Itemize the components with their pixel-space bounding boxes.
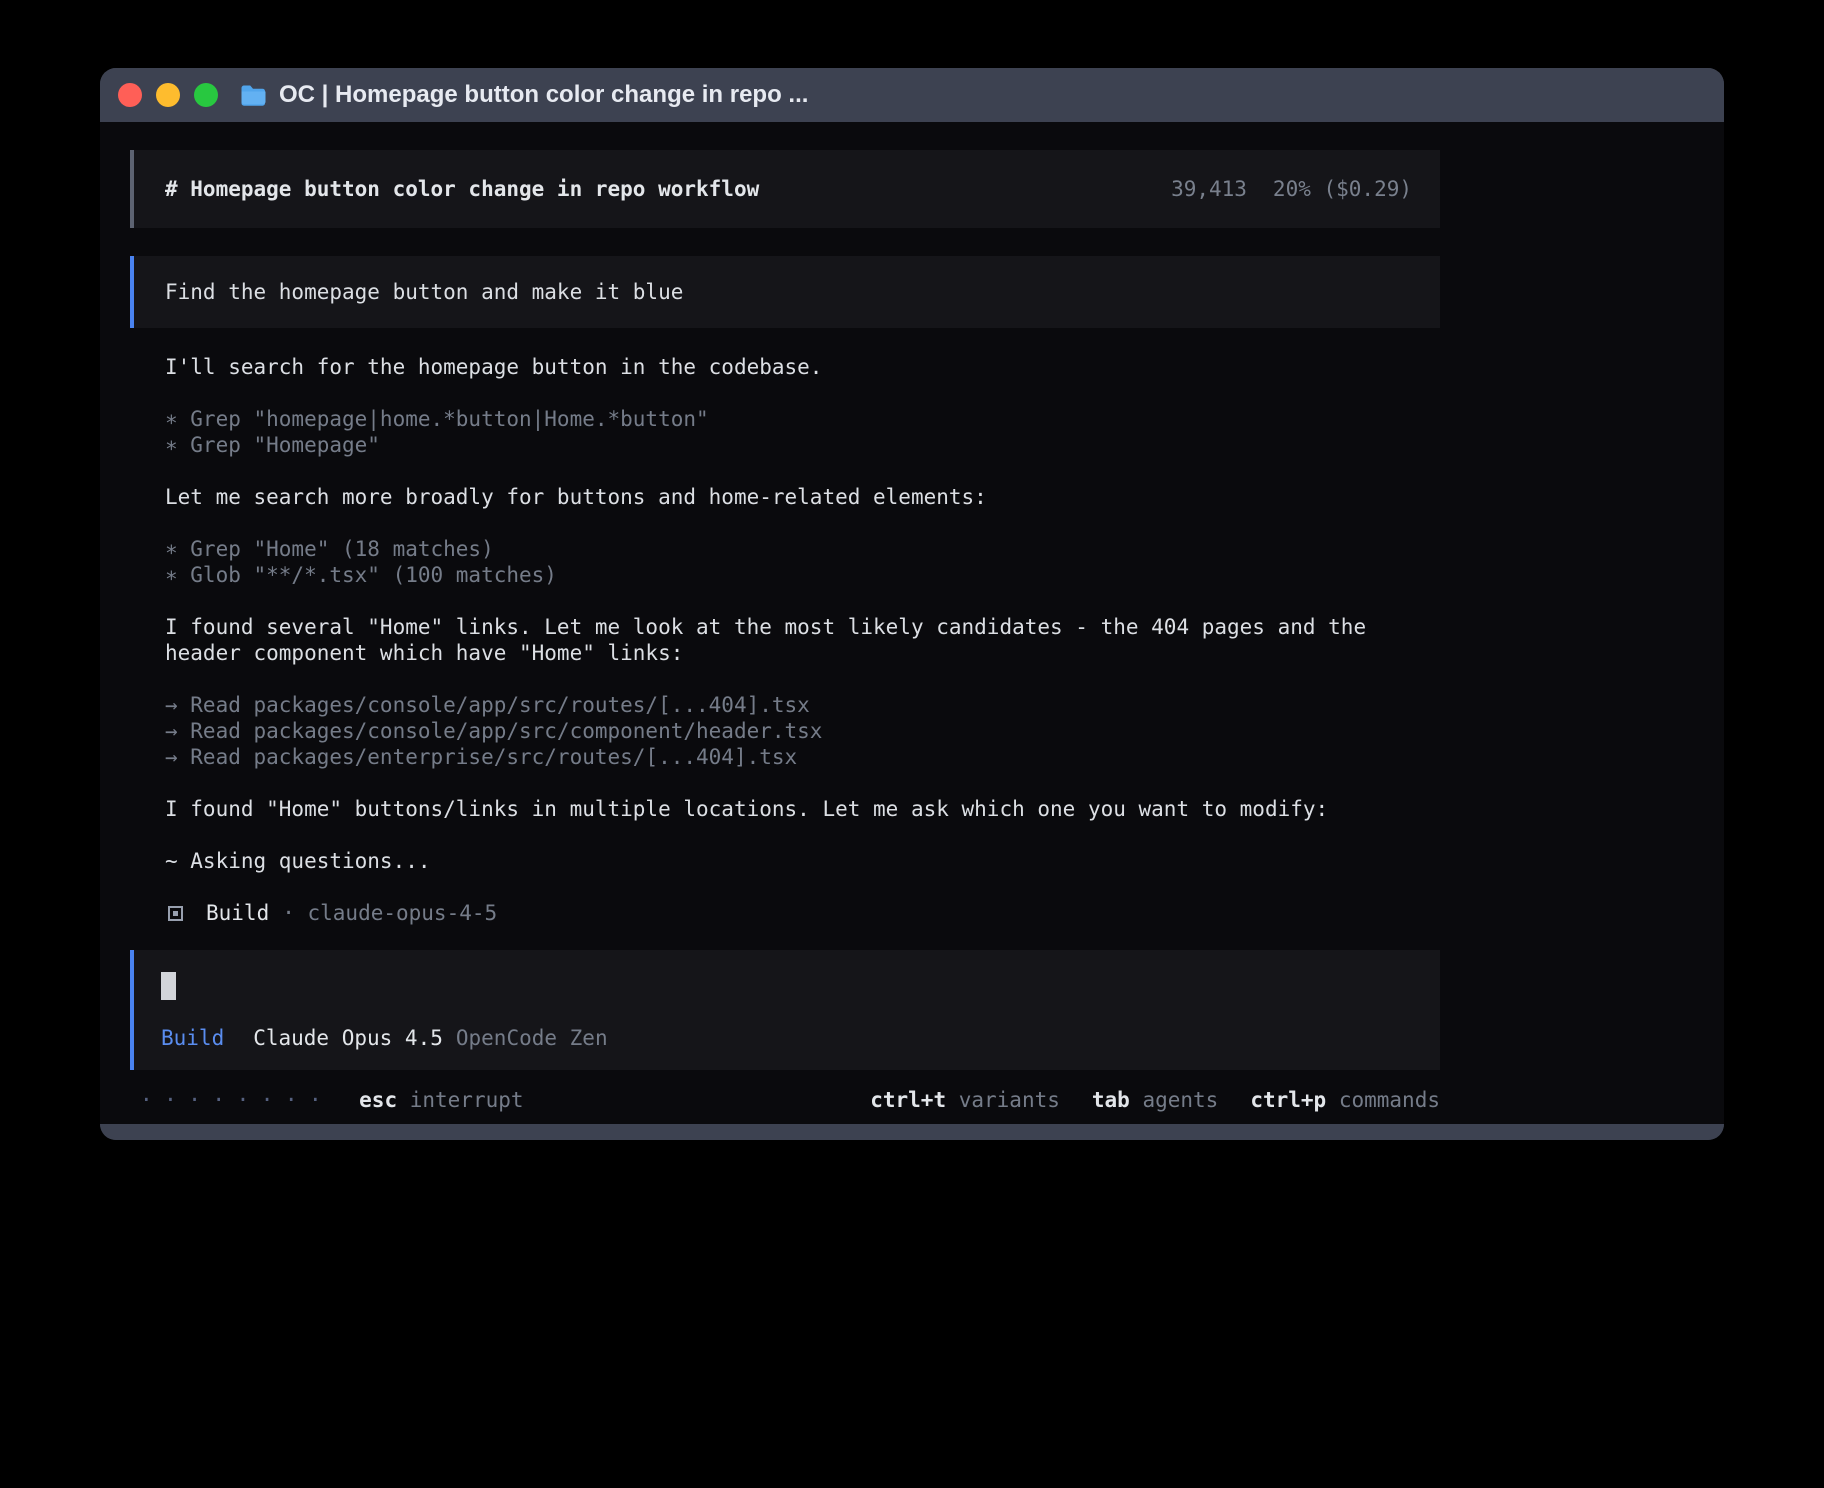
session-header: # Homepage button color change in repo w… bbox=[130, 150, 1440, 228]
agent-icon bbox=[168, 906, 183, 921]
model-name[interactable]: Claude Opus 4.5 bbox=[253, 1025, 443, 1051]
shortcut-agents: tab agents bbox=[1092, 1087, 1218, 1113]
shortcut-interrupt: esc interrupt bbox=[359, 1087, 523, 1113]
agent-mode[interactable]: Build bbox=[161, 1025, 224, 1051]
text-cursor bbox=[161, 972, 176, 1000]
context-usage: 20% ($0.29) bbox=[1273, 176, 1412, 202]
status-bar: ········ esc interrupt ctrl+t variants t… bbox=[130, 1087, 1440, 1113]
agent-status-line: Build · claude-opus-4-5 bbox=[165, 900, 1440, 926]
assistant-text: I found "Home" buttons/links in multiple… bbox=[165, 796, 1440, 822]
spinner-dots: ········ bbox=[140, 1087, 333, 1113]
assistant-text: Let me search more broadly for buttons a… bbox=[165, 484, 1440, 510]
token-count: 39,413 bbox=[1171, 176, 1247, 202]
close-button[interactable] bbox=[118, 83, 142, 107]
model-provider: OpenCode Zen bbox=[456, 1025, 608, 1051]
status-line: ~ Asking questions... bbox=[165, 848, 1440, 874]
window-bottom-edge bbox=[100, 1124, 1724, 1140]
tool-call-grep: ∗ Grep "Home" (18 matches) bbox=[165, 536, 1440, 562]
minimize-button[interactable] bbox=[156, 83, 180, 107]
input-status-line: Build Claude Opus 4.5 OpenCode Zen bbox=[161, 1025, 1412, 1051]
tool-call-read: → Read packages/enterprise/src/routes/[.… bbox=[165, 744, 1440, 770]
prompt-input[interactable]: Build Claude Opus 4.5 OpenCode Zen bbox=[130, 950, 1440, 1070]
terminal-content: # Homepage button color change in repo w… bbox=[100, 122, 1724, 1124]
agent-name: Build bbox=[206, 900, 269, 926]
titlebar[interactable]: OC | Homepage button color change in rep… bbox=[100, 68, 1724, 122]
zoom-button[interactable] bbox=[194, 83, 218, 107]
folder-icon bbox=[240, 84, 267, 106]
tool-call-grep: ∗ Grep "Homepage" bbox=[165, 432, 1440, 458]
assistant-text: I'll search for the homepage button in t… bbox=[165, 354, 1440, 380]
terminal-window: OC | Homepage button color change in rep… bbox=[100, 68, 1724, 1140]
shortcut-commands: ctrl+p commands bbox=[1250, 1087, 1440, 1113]
assistant-text: I found several "Home" links. Let me loo… bbox=[165, 614, 1440, 666]
user-message: Find the homepage button and make it blu… bbox=[130, 256, 1440, 328]
traffic-lights bbox=[118, 83, 218, 107]
tool-call-glob: ∗ Glob "**/*.tsx" (100 matches) bbox=[165, 562, 1440, 588]
session-stats: 39,413 20% ($0.29) bbox=[1171, 176, 1412, 202]
user-message-text: Find the homepage button and make it blu… bbox=[165, 279, 683, 305]
transcript: I'll search for the homepage button in t… bbox=[165, 354, 1440, 926]
tool-call-read: → Read packages/console/app/src/componen… bbox=[165, 718, 1440, 744]
session-title: # Homepage button color change in repo w… bbox=[165, 176, 759, 202]
shortcut-variants: ctrl+t variants bbox=[870, 1087, 1060, 1113]
tool-call-read: → Read packages/console/app/src/routes/[… bbox=[165, 692, 1440, 718]
tool-call-grep: ∗ Grep "homepage|home.*button|Home.*butt… bbox=[165, 406, 1440, 432]
window-title: OC | Homepage button color change in rep… bbox=[279, 81, 808, 109]
agent-model: · claude-opus-4-5 bbox=[282, 900, 497, 926]
